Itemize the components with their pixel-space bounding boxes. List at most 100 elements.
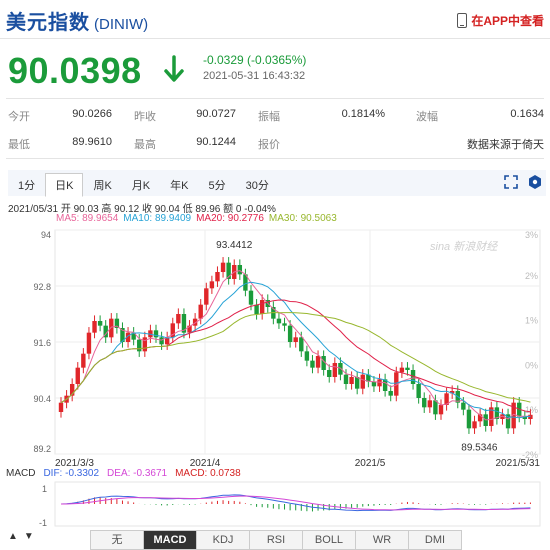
candle-body	[209, 281, 215, 289]
app-link-label: 在APP中查看	[471, 14, 544, 28]
stat-value: 90.0266	[72, 108, 112, 120]
tab-月K[interactable]: 月K	[122, 173, 160, 197]
quote-time: 2021-05-31 16:43:32	[203, 70, 306, 82]
x-tick-label: 2021/5	[355, 458, 386, 469]
stat-label: 今开	[8, 111, 30, 123]
fullscreen-icon[interactable]	[504, 175, 518, 194]
candle-body	[248, 290, 254, 305]
candle-body	[349, 377, 354, 384]
open-in-app-link[interactable]: 在APP中查看	[457, 12, 544, 29]
y-right-tick-label: 3%	[525, 230, 538, 240]
candle-body	[220, 262, 226, 272]
stat-value: 89.9610	[72, 136, 112, 148]
prev-indicator-button[interactable]: ▲	[8, 531, 18, 542]
candle-body	[299, 337, 304, 352]
stat-label: 最高	[134, 139, 156, 151]
candle-body	[528, 414, 533, 419]
indicator-tab-rsi[interactable]: RSI	[249, 530, 303, 550]
indicator-tab-kdj[interactable]: KDJ	[196, 530, 250, 550]
candle-body	[81, 353, 86, 368]
index-code: (DINIW)	[94, 16, 149, 33]
y-tick-label: 92.8	[33, 282, 51, 292]
phone-icon	[457, 13, 468, 28]
candle-body	[466, 409, 472, 429]
candle-body	[92, 321, 97, 333]
price-change: -0.0329 (-0.0365%)	[203, 53, 307, 67]
macd-y-label: -1	[39, 518, 47, 528]
tab-5分[interactable]: 5分	[199, 173, 236, 197]
index-name: 美元指数	[6, 12, 90, 34]
candle-body	[276, 318, 282, 324]
candle-body	[237, 265, 243, 275]
stat-value: 0.1814%	[341, 108, 385, 120]
candle-body	[315, 356, 321, 368]
indicator-tab-macd[interactable]: MACD	[143, 530, 197, 550]
candle-body	[97, 321, 103, 326]
candle-body	[254, 304, 259, 314]
stat-label: 波幅	[416, 111, 438, 123]
candle-body	[360, 374, 365, 389]
tab-1分[interactable]: 1分	[8, 173, 45, 197]
ma-line	[60, 281, 531, 419]
y-right-tick-label: 0%	[525, 360, 538, 370]
current-price: 90.0398	[8, 50, 142, 91]
candle-body	[310, 360, 315, 368]
indicator-tabs: 无 MACD KDJ RSI BOLL WR DMI	[90, 530, 462, 550]
tab-日K[interactable]: 日K	[45, 173, 84, 197]
candle-body	[405, 367, 410, 370]
indicator-tab-wr[interactable]: WR	[355, 530, 409, 550]
tab-30分[interactable]: 30分	[236, 173, 279, 197]
candle-body	[137, 339, 142, 352]
candle-body	[438, 405, 444, 415]
high-annotation: 93.4412	[216, 240, 253, 251]
tab-周K[interactable]: 周K	[83, 173, 121, 197]
y-tick-label: 90.4	[33, 394, 51, 404]
candle-body	[399, 367, 405, 373]
tab-年K[interactable]: 年K	[160, 173, 198, 197]
y-right-tick-label: 2%	[525, 271, 538, 281]
candle-body	[75, 367, 80, 384]
kline-chart[interactable]: 9492.891.690.489.23%2%1%0%-1%-2%sina 新浪财…	[0, 222, 550, 472]
candle-body	[461, 402, 466, 410]
candle-body	[58, 402, 64, 412]
candle-body	[215, 272, 220, 282]
indicator-tab-boll[interactable]: BOLL	[302, 530, 356, 550]
stat-label: 振幅	[258, 111, 280, 123]
indicator-tab-无[interactable]: 无	[90, 530, 144, 550]
indicator-tab-dmi[interactable]: DMI	[408, 530, 462, 550]
candle-body	[159, 337, 164, 345]
macd-chart[interactable]: 1 -1	[0, 478, 550, 528]
settings-icon[interactable]	[528, 174, 542, 195]
candle-body	[109, 318, 114, 338]
candle-body	[338, 363, 343, 375]
candle-body	[354, 377, 360, 389]
candle-body	[304, 351, 310, 361]
candle-body	[371, 381, 377, 387]
next-indicator-button[interactable]: ▼	[24, 531, 34, 542]
candle-body	[327, 370, 332, 377]
candle-body	[86, 332, 92, 354]
stats-divider-top	[6, 98, 544, 99]
candle-body	[287, 325, 293, 342]
candle-body	[416, 384, 421, 398]
candle-body	[198, 304, 203, 319]
candle-body	[422, 398, 427, 408]
stats-divider-bottom	[6, 158, 544, 159]
y-tick-label: 94	[41, 230, 51, 240]
stat-value: 90.1244	[196, 136, 236, 148]
low-annotation: 89.5346	[461, 442, 498, 453]
macd-y-label: 1	[42, 484, 47, 494]
watermark: sina 新浪财经	[430, 240, 498, 253]
stat-value: 数据来源于倚天	[467, 139, 544, 151]
header-divider	[0, 38, 550, 39]
candle-body	[377, 379, 382, 387]
candle-body	[427, 400, 433, 408]
stat-value: 0.1634	[510, 108, 544, 120]
candle-body	[472, 421, 477, 429]
stat-label: 最低	[8, 139, 30, 151]
candle-body	[259, 300, 265, 314]
x-tick-label: 2021/5/31	[496, 458, 541, 469]
stat-value: 90.0727	[196, 108, 236, 120]
candle-body	[282, 323, 287, 326]
candle-body	[293, 337, 298, 342]
